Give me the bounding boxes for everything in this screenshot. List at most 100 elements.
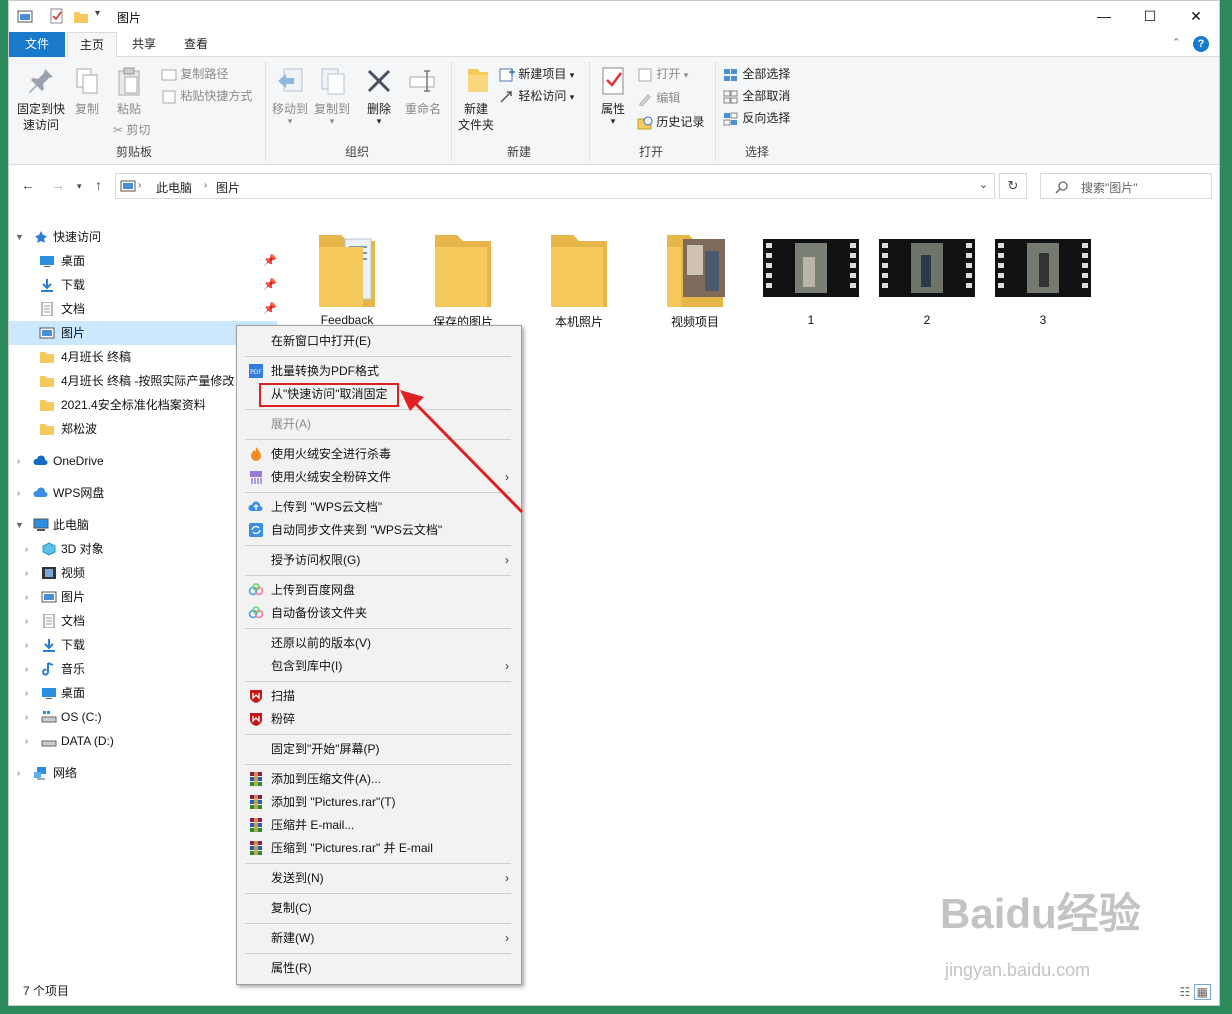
menu-item-mcafee-shred[interactable]: 粉碎 <box>239 708 519 730</box>
new-folder-quick-icon[interactable] <box>73 8 89 26</box>
back-arrow-icon[interactable]: ← <box>21 177 35 193</box>
menu-item-mcafee-scan[interactable]: 扫描 <box>239 685 519 707</box>
menu-item-open-new-window[interactable]: 在新窗口中打开(E) <box>239 330 519 352</box>
menu-item-add-archive[interactable]: 添加到压缩文件(A)... <box>239 768 519 790</box>
breadcrumb-separator-icon[interactable]: › <box>138 180 141 191</box>
menu-item-include-library[interactable]: 包含到库中(I) › <box>239 655 519 677</box>
menu-item-restore-versions[interactable]: 还原以前的版本(V) <box>239 632 519 654</box>
minimize-button[interactable]: — <box>1081 1 1127 32</box>
copy-path-button[interactable]: 复制路径 <box>161 65 228 83</box>
menu-item-sync-wps[interactable]: 自动同步文件夹到 "WPS云文档" <box>239 519 519 541</box>
menu-item-compress-email[interactable]: 压缩并 E-mail... <box>239 814 519 836</box>
tab-share[interactable]: 共享 <box>121 32 167 57</box>
collapsed-chevron-icon[interactable]: › <box>25 681 28 705</box>
address-dropdown-icon[interactable]: ⌄ <box>979 178 988 191</box>
up-arrow-icon[interactable]: ↑ <box>95 177 102 193</box>
properties-button[interactable]: 属性 ▾ <box>593 65 633 126</box>
tree-pinned-downloads[interactable]: 下载 📌 <box>9 273 277 297</box>
new-item-button[interactable]: 新建项目 ▾ <box>499 65 574 84</box>
menu-item-grant-access[interactable]: 授予访问权限(G) › <box>239 549 519 571</box>
invert-selection-button[interactable]: 反向选择 <box>723 109 790 127</box>
menu-item-label: 自动备份该文件夹 <box>271 606 368 620</box>
expanded-chevron-icon[interactable]: ▼ <box>15 225 24 249</box>
menu-item-batch-pdf[interactable]: PDF 批量转换为PDF格式 <box>239 360 519 382</box>
file-tile[interactable]: 视频项目 <box>645 225 745 330</box>
collapsed-chevron-icon[interactable]: › <box>25 705 28 729</box>
refresh-button[interactable]: ↻ <box>999 173 1027 199</box>
collapsed-chevron-icon[interactable]: › <box>17 481 20 505</box>
select-all-button[interactable]: 全部选择 <box>723 65 790 83</box>
new-folder-button[interactable]: 新建 文件夹 <box>455 65 497 133</box>
tree-quick-access[interactable]: ▼ 快速访问 <box>9 225 277 249</box>
search-input[interactable]: 搜索"图片" <box>1040 173 1212 199</box>
collapse-ribbon-icon[interactable]: ⌃ <box>1172 36 1181 49</box>
menu-item-upload-wps[interactable]: 上传到 "WPS云文档" <box>239 496 519 518</box>
paste-button[interactable]: 粘贴 <box>113 65 145 117</box>
maximize-button[interactable]: ☐ <box>1127 1 1173 32</box>
paste-shortcut-button[interactable]: 粘贴快捷方式 <box>161 87 252 105</box>
tree-pinned-documents[interactable]: 文档 📌 <box>9 297 277 321</box>
copy-to-button[interactable]: 复制到 ▾ <box>311 65 353 126</box>
forward-arrow-icon[interactable]: → <box>51 177 65 193</box>
menu-item-label: 添加到压缩文件(A)... <box>271 772 381 786</box>
file-tile[interactable]: 2 <box>877 225 977 327</box>
collapsed-chevron-icon[interactable]: › <box>17 761 20 785</box>
collapsed-chevron-icon[interactable]: › <box>25 633 28 657</box>
file-tile[interactable]: 3 <box>993 225 1093 327</box>
file-tile[interactable]: Feedback <box>297 225 397 327</box>
move-to-button[interactable]: 移动到 ▾ <box>269 65 311 126</box>
help-icon[interactable]: ? <box>1193 36 1209 52</box>
collapsed-chevron-icon[interactable]: › <box>25 609 28 633</box>
close-button[interactable]: ✕ <box>1173 1 1219 32</box>
recent-locations-icon[interactable]: ▾ <box>77 181 82 192</box>
large-icons-view-icon[interactable]: ▦ <box>1193 984 1211 1000</box>
folder-icon <box>431 225 495 309</box>
cut-button[interactable]: ✂ 剪切 <box>113 121 150 139</box>
file-tile[interactable]: 保存的图片 <box>413 225 513 330</box>
menu-item-properties[interactable]: 属性(R) <box>239 957 519 979</box>
history-button[interactable]: 历史记录 <box>637 113 704 131</box>
menu-item-send-to[interactable]: 发送到(N) › <box>239 867 519 889</box>
move-to-icon <box>278 68 303 92</box>
address-bar[interactable]: › 此电脑 › 图片 ⌄ <box>115 173 995 199</box>
menu-item-expand[interactable]: 展开(A) <box>239 413 519 435</box>
tab-home[interactable]: 主页 <box>67 32 117 58</box>
menu-item-compress-rar-email[interactable]: 压缩到 "Pictures.rar" 并 E-mail <box>239 837 519 859</box>
menu-item-pin-start[interactable]: 固定到"开始"屏幕(P) <box>239 738 519 760</box>
tab-file[interactable]: 文件 <box>9 32 65 57</box>
collapsed-chevron-icon[interactable]: › <box>25 537 28 561</box>
open-button[interactable]: 打开 ▾ <box>637 65 688 84</box>
tab-view[interactable]: 查看 <box>173 32 219 57</box>
menu-item-add-pictures-rar[interactable]: 添加到 "Pictures.rar"(T) <box>239 791 519 813</box>
collapsed-chevron-icon[interactable]: › <box>25 585 28 609</box>
pin-to-quick-access-button[interactable]: 固定到快 速访问 <box>15 65 67 133</box>
menu-item-label: 上传到 "WPS云文档" <box>271 500 383 514</box>
menu-item-auto-backup[interactable]: 自动备份该文件夹 <box>239 602 519 624</box>
delete-button[interactable]: 删除 ▾ <box>363 65 395 126</box>
menu-item-huorong-scan[interactable]: 使用火绒安全进行杀毒 <box>239 443 519 465</box>
quick-access-dropdown-icon[interactable]: ▾ <box>95 8 100 19</box>
properties-quick-icon[interactable] <box>49 8 65 26</box>
file-tile[interactable]: 1 <box>761 225 861 327</box>
easy-access-button[interactable]: 轻松访问 ▾ <box>499 87 574 106</box>
collapsed-chevron-icon[interactable]: › <box>25 561 28 585</box>
menu-item-new[interactable]: 新建(W) › <box>239 927 519 949</box>
menu-item-copy[interactable]: 复制(C) <box>239 897 519 919</box>
file-tile[interactable]: 本机照片 <box>529 225 629 330</box>
collapsed-chevron-icon[interactable]: › <box>17 449 20 473</box>
rename-button[interactable]: 重命名 <box>403 65 443 117</box>
menu-item-upload-baidu[interactable]: 上传到百度网盘 <box>239 579 519 601</box>
select-none-button[interactable]: 全部取消 <box>723 87 790 105</box>
tree-pinned-desktop[interactable]: 桌面 📌 <box>9 249 277 273</box>
breadcrumb-this-pc[interactable]: 此电脑 <box>156 179 192 196</box>
details-view-icon[interactable]: ☷ <box>1180 985 1191 999</box>
breadcrumb-separator-icon[interactable]: › <box>204 180 207 191</box>
expanded-chevron-icon[interactable]: ▼ <box>15 513 24 537</box>
menu-separator <box>245 492 511 493</box>
collapsed-chevron-icon[interactable]: › <box>25 657 28 681</box>
menu-item-huorong-shred[interactable]: 使用火绒安全粉碎文件 › <box>239 466 519 488</box>
collapsed-chevron-icon[interactable]: › <box>25 729 28 753</box>
breadcrumb-pictures[interactable]: 图片 <box>216 179 240 196</box>
copy-button[interactable]: 复制 <box>71 65 103 117</box>
edit-button[interactable]: 编辑 <box>637 89 680 107</box>
